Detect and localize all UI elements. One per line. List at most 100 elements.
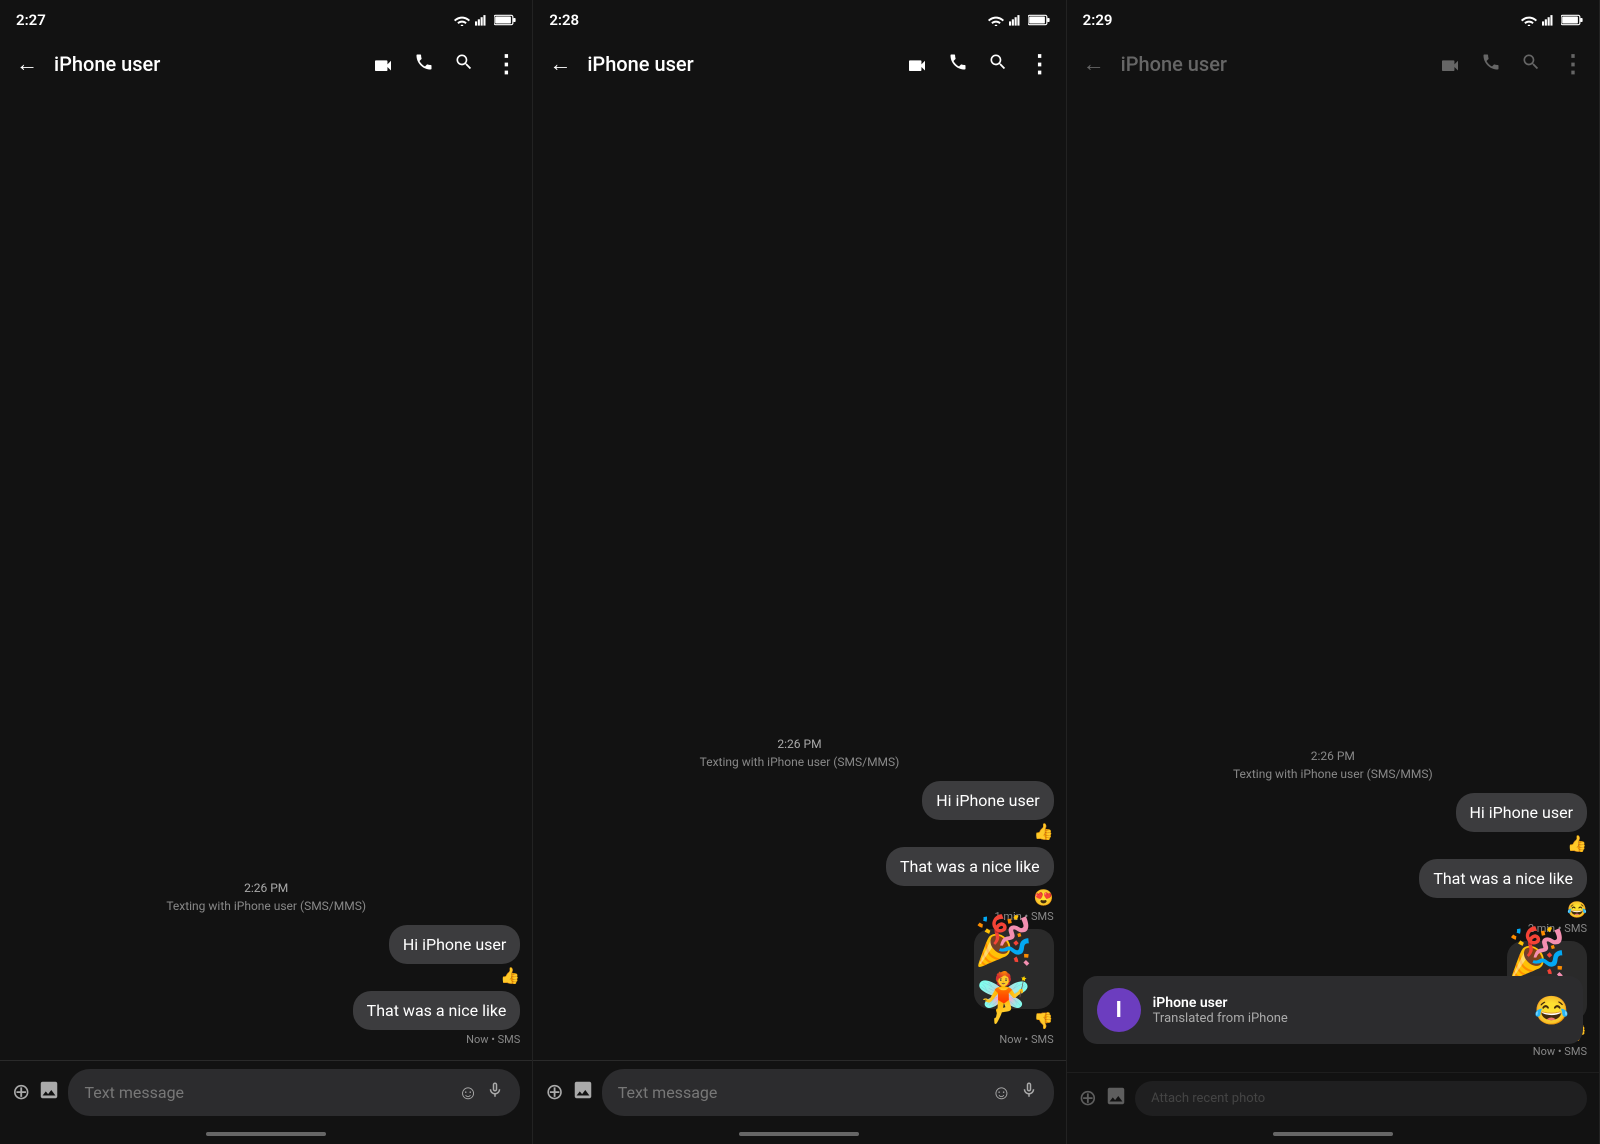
message-meta-2: Now • SMS <box>466 1033 520 1046</box>
message-input-1[interactable]: Text message ☺ <box>68 1069 520 1116</box>
input-placeholder-1: Text message <box>84 1083 184 1102</box>
reaction-6: 😂 <box>1567 900 1587 919</box>
message-text-6: Hi iPhone user <box>1470 803 1573 822</box>
notification-avatar: I <box>1097 988 1141 1032</box>
app-bar-actions-2: ⋮ <box>898 42 1058 86</box>
app-bar-2: ← iPhone user ⋮ <box>533 36 1065 92</box>
more-button-3[interactable]: ⋮ <box>1553 42 1591 86</box>
mic-icon-1[interactable] <box>486 1079 504 1106</box>
notification-emoji: 😂 <box>1534 994 1569 1027</box>
emoji-icon-2[interactable]: ☺ <box>991 1080 1011 1105</box>
video-button-2[interactable] <box>898 44 936 84</box>
time-divider-2: 2:26 PM <box>545 737 1053 751</box>
notification-title: iPhone user <box>1153 995 1522 1011</box>
contact-name-1: iPhone user <box>54 52 356 76</box>
search-button-3[interactable] <box>1513 44 1549 85</box>
status-bar-2: 2:28 <box>533 0 1065 36</box>
nav-bar-1 <box>206 1132 326 1136</box>
message-bubble-3[interactable]: Hi iPhone user <box>922 781 1053 820</box>
message-text-7: That was a nice like <box>1433 869 1573 888</box>
reaction-5: 👍 <box>1567 834 1587 853</box>
input-placeholder-3: Attach recent photo <box>1151 1091 1265 1106</box>
reaction-3: 😍 <box>1034 888 1054 907</box>
nav-indicator-2 <box>533 1124 1065 1144</box>
message-text-4: That was a nice like <box>900 857 1040 876</box>
input-field-icons-1: ☺ <box>458 1079 504 1106</box>
app-bar-actions-1: ⋮ <box>364 42 524 86</box>
gallery-icon-1[interactable] <box>38 1079 60 1106</box>
message-bubble-7[interactable]: That was a nice like <box>1419 859 1587 898</box>
back-button-1[interactable]: ← <box>8 43 46 85</box>
message-bubble-2[interactable]: That was a nice like <box>353 991 521 1030</box>
time-3: 2:29 <box>1083 11 1113 29</box>
app-bar-1: ← iPhone user ⋮ <box>0 36 532 92</box>
bubble-row-5: 🎉🧚 👎 Now • SMS <box>545 929 1053 1046</box>
nav-indicator-1 <box>0 1124 532 1144</box>
phone-panel-3: 2:29 ← iPhone user ⋮ 2:26 PM Texting wit… <box>1067 0 1600 1144</box>
input-bar-3: ⊕ Attach recent photo <box>1067 1072 1599 1124</box>
message-text-2: That was a nice like <box>367 1001 507 1020</box>
notification-content: iPhone user Translated from iPhone <box>1153 995 1522 1026</box>
message-bubble-6[interactable]: Hi iPhone user <box>1456 793 1587 832</box>
app-bar-3: ← iPhone user ⋮ <box>1067 36 1599 92</box>
phone-button-2[interactable] <box>940 44 976 85</box>
more-button-2[interactable]: ⋮ <box>1020 42 1058 86</box>
back-button-3[interactable]: ← <box>1075 43 1113 85</box>
status-icons-3 <box>1521 14 1583 26</box>
video-button-3[interactable] <box>1431 44 1469 84</box>
input-placeholder-2: Text message <box>618 1083 718 1102</box>
status-bar-3: 2:29 <box>1067 0 1599 36</box>
sticker-bubble-1[interactable]: 🎉🧚 <box>974 929 1054 1009</box>
add-icon-3[interactable]: ⊕ <box>1079 1086 1097 1111</box>
notification-subtitle: Translated from iPhone <box>1153 1011 1522 1026</box>
nav-indicator-3 <box>1067 1124 1599 1144</box>
contact-name-3: iPhone user <box>1121 52 1423 76</box>
notification-popup[interactable]: I iPhone user Translated from iPhone 😂 <box>1083 976 1583 1044</box>
notification-avatar-letter: I <box>1115 998 1121 1023</box>
time-divider-3: 2:26 PM <box>1079 749 1587 763</box>
message-input-2[interactable]: Text message ☺ <box>602 1069 1054 1116</box>
bubble-row-6: Hi iPhone user 👍 <box>1079 793 1587 853</box>
reaction-2: 👍 <box>1034 822 1054 841</box>
input-bar-2: ⊕ Text message ☺ <box>533 1060 1065 1124</box>
time-divider-1: 2:26 PM <box>12 881 520 895</box>
message-bubble-4[interactable]: That was a nice like <box>886 847 1054 886</box>
gallery-icon-2[interactable] <box>572 1079 594 1107</box>
more-button-1[interactable]: ⋮ <box>486 42 524 86</box>
status-icons-1 <box>454 14 516 26</box>
message-meta-5: Now • SMS <box>999 1033 1053 1046</box>
phone-panel-2: 2:28 ← iPhone user ⋮ 2:26 PM Texting wit… <box>533 0 1066 1144</box>
message-area-1: 2:26 PM Texting with iPhone user (SMS/MM… <box>0 92 532 1060</box>
sticker-emoji-1: 🎉🧚 <box>974 912 1054 1026</box>
message-bubble-1[interactable]: Hi iPhone user <box>389 925 520 964</box>
bubble-row-1: Hi iPhone user 👍 <box>12 925 520 985</box>
status-icons-2 <box>988 14 1050 26</box>
gallery-icon-3[interactable] <box>1105 1085 1127 1113</box>
input-field-icons-2: ☺ <box>991 1079 1037 1106</box>
sub-divider-2: Texting with iPhone user (SMS/MMS) <box>545 755 1053 769</box>
add-icon-1[interactable]: ⊕ <box>12 1080 30 1105</box>
message-text-1: Hi iPhone user <box>403 935 506 954</box>
message-area-3: 2:26 PM Texting with iPhone user (SMS/MM… <box>1067 92 1599 1072</box>
phone-panel-1: 2:27 ← iPhone user ⋮ 2:26 PM Text <box>0 0 533 1144</box>
reaction-1: 👍 <box>500 966 520 985</box>
video-button-1[interactable] <box>364 44 402 84</box>
mic-icon-2[interactable] <box>1020 1079 1038 1106</box>
time-2: 2:28 <box>549 11 579 29</box>
phone-button-1[interactable] <box>406 44 442 85</box>
sub-divider-1: Texting with iPhone user (SMS/MMS) <box>12 899 520 913</box>
app-bar-actions-3: ⋮ <box>1431 42 1591 86</box>
contact-name-2: iPhone user <box>587 52 889 76</box>
emoji-icon-1[interactable]: ☺ <box>458 1080 478 1105</box>
message-input-3[interactable]: Attach recent photo <box>1135 1081 1587 1116</box>
nav-bar-3 <box>1273 1132 1393 1136</box>
search-button-2[interactable] <box>980 44 1016 85</box>
nav-bar-2 <box>739 1132 859 1136</box>
add-icon-2[interactable]: ⊕ <box>545 1080 563 1105</box>
phone-button-3[interactable] <box>1473 44 1509 85</box>
sub-divider-3: Texting with iPhone user (SMS/MMS) <box>1079 767 1587 781</box>
search-button-1[interactable] <box>446 44 482 85</box>
reaction-4: 👎 <box>1034 1011 1054 1030</box>
bubble-row-2: That was a nice like Now • SMS <box>12 991 520 1046</box>
back-button-2[interactable]: ← <box>541 43 579 85</box>
